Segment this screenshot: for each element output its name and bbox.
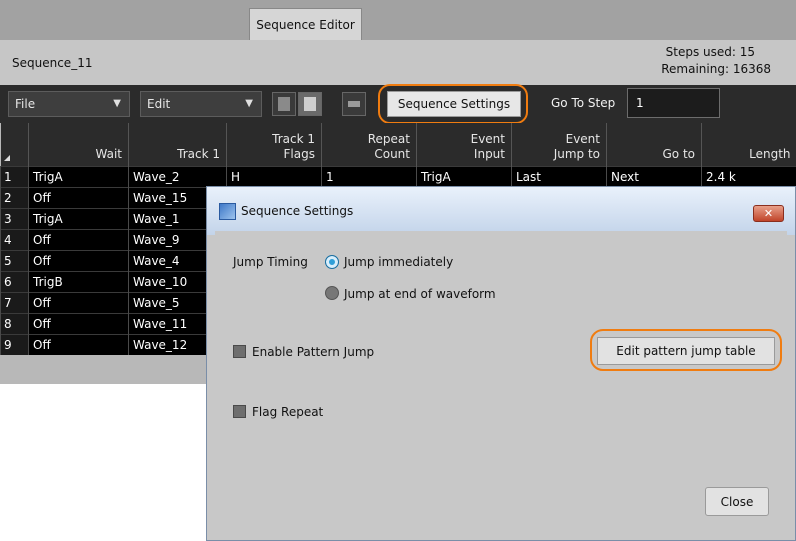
flag-repeat-label[interactable]: Flag Repeat [252, 405, 323, 419]
jump-timing-label: Jump Timing [233, 255, 308, 269]
column-header-wait[interactable]: Wait [28, 123, 129, 166]
cell-wait[interactable]: Off [28, 312, 129, 334]
cell-event-input[interactable]: TrigA [416, 165, 512, 187]
remaining-text: Remaining: 16368 [661, 62, 771, 76]
cell-repeat[interactable]: 1 [321, 165, 417, 187]
cell-flags[interactable]: H [226, 165, 322, 187]
file-menu-label: File [15, 97, 36, 111]
jump-immediately-radio[interactable] [325, 255, 339, 269]
jump-end-radio[interactable] [325, 286, 339, 300]
tab-sequence-editor[interactable]: Sequence Editor [249, 8, 362, 40]
sequence-name: Sequence_11 [12, 56, 93, 70]
flag-repeat-checkbox[interactable] [233, 405, 246, 418]
row-number: 6 [0, 270, 29, 292]
insert-step-icon[interactable] [342, 92, 366, 116]
cell-wait[interactable]: TrigA [28, 207, 129, 229]
copy-icon[interactable] [272, 92, 296, 116]
goto-step-label: Go To Step [551, 96, 616, 110]
row-number: 8 [0, 312, 29, 334]
cell-wait[interactable]: Off [28, 249, 129, 271]
dialog-titlebar: Sequence Settings ✕ [207, 187, 795, 235]
cell-goto[interactable]: Next [606, 165, 702, 187]
column-header-length[interactable]: Length [701, 123, 796, 166]
row-number: 3 [0, 207, 29, 229]
row-number: 9 [0, 333, 29, 355]
close-icon[interactable]: ✕ [753, 205, 784, 222]
cell-length[interactable]: 2.4 k [701, 165, 796, 187]
table-row[interactable]: 1 TrigA Wave_2 H 1 TrigA Last Next 2.4 k [0, 165, 796, 187]
edit-menu[interactable]: Edit ▼ [140, 91, 262, 117]
cell-wait[interactable]: Off [28, 186, 129, 208]
column-header-event-input[interactable]: Event Input [416, 123, 512, 166]
cell-event-jump[interactable]: Last [511, 165, 607, 187]
cell-wait[interactable]: Off [28, 228, 129, 250]
chevron-down-icon: ▼ [113, 98, 121, 109]
row-number: 5 [0, 249, 29, 271]
sort-indicator-icon [4, 155, 10, 161]
column-header-event-jump[interactable]: Event Jump to [511, 123, 607, 166]
row-number: 1 [0, 165, 29, 187]
goto-step-input[interactable] [627, 88, 720, 118]
jump-immediately-label[interactable]: Jump immediately [344, 255, 453, 269]
app-icon [219, 203, 236, 220]
cell-wait[interactable]: Off [28, 291, 129, 313]
dialog-body [215, 231, 787, 534]
tab-bar: Sequence Editor [0, 0, 796, 41]
highlight-edit-pattern-jump [590, 329, 782, 371]
row-number: 7 [0, 291, 29, 313]
cell-wait[interactable]: TrigB [28, 270, 129, 292]
file-menu[interactable]: File ▼ [8, 91, 130, 117]
highlight-sequence-settings [378, 84, 528, 124]
cell-wait[interactable]: Off [28, 333, 129, 355]
dialog-title: Sequence Settings [241, 204, 354, 218]
cell-track[interactable]: Wave_2 [128, 165, 227, 187]
steps-used-text: Steps used: 15 [665, 45, 755, 59]
jump-end-label[interactable]: Jump at end of waveform [344, 287, 496, 301]
paste-icon[interactable] [298, 92, 322, 116]
row-number: 2 [0, 186, 29, 208]
enable-pattern-jump-label[interactable]: Enable Pattern Jump [252, 345, 374, 359]
grid-header-row: Wait Track 1 Track 1 Flags Repeat Count … [0, 123, 796, 166]
column-header-goto[interactable]: Go to [606, 123, 702, 166]
row-number: 4 [0, 228, 29, 250]
chevron-down-icon: ▼ [245, 98, 253, 109]
column-header-track[interactable]: Track 1 [128, 123, 227, 166]
column-header-flags[interactable]: Track 1 Flags [226, 123, 322, 166]
close-button[interactable]: Close [705, 487, 769, 516]
column-header-repeat[interactable]: Repeat Count [321, 123, 417, 166]
enable-pattern-jump-checkbox[interactable] [233, 345, 246, 358]
cell-wait[interactable]: TrigA [28, 165, 129, 187]
edit-menu-label: Edit [147, 97, 171, 111]
